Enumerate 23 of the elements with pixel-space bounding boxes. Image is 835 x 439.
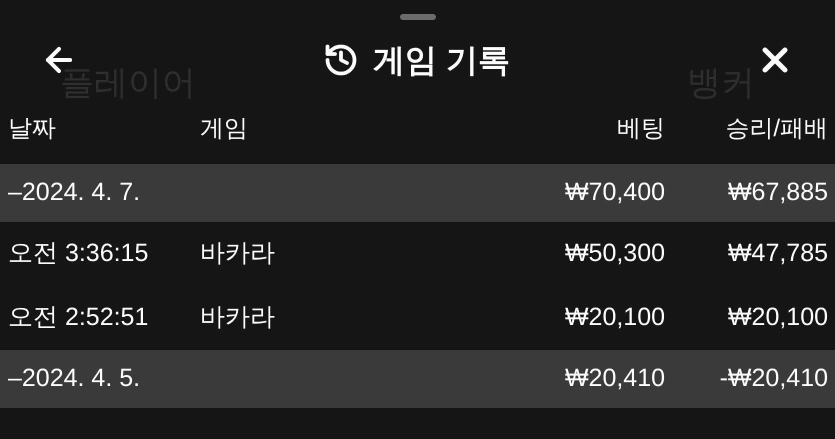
date-cell-text: –2024. 4. 7. [7, 177, 142, 208]
result-cell-text: ₩47,785 [726, 238, 828, 270]
game-cell: 바카라 [200, 239, 275, 268]
drag-handle[interactable] [400, 14, 436, 20]
bet-cell-text: ₩20,100 [564, 302, 665, 334]
bet-cell-text: ₩20,410 [564, 363, 665, 394]
date-cell-text: 오전 2:52:51 [7, 302, 150, 334]
result-cell-text: ₩67,885 [726, 177, 828, 208]
history-icon [323, 42, 360, 78]
bet-cell-text: ₩70,400 [564, 177, 665, 208]
column-header: 게임 [200, 114, 249, 144]
column-header: 베팅 [616, 114, 665, 144]
date-group-row[interactable]: –2024. 4. 5. ₩20,410 -₩20,410 [0, 350, 835, 408]
column-header: 날짜 [7, 114, 57, 144]
date-cell-text: –2024. 4. 5. [7, 363, 142, 394]
date-cell-text: 오전 3:36:15 [7, 238, 150, 270]
column-header: 승리/패배 [724, 114, 828, 144]
result-cell-text: ₩20,100 [726, 302, 828, 334]
date-group-row[interactable]: –2024. 4. 7. ₩70,400 ₩67,885 [0, 164, 835, 222]
game-cell: 바카라 [200, 303, 275, 332]
modal-title: 게임 기록 [373, 41, 510, 80]
bet-cell-text: ₩50,300 [564, 238, 665, 270]
result-cell-text: -₩20,410 [718, 363, 828, 394]
